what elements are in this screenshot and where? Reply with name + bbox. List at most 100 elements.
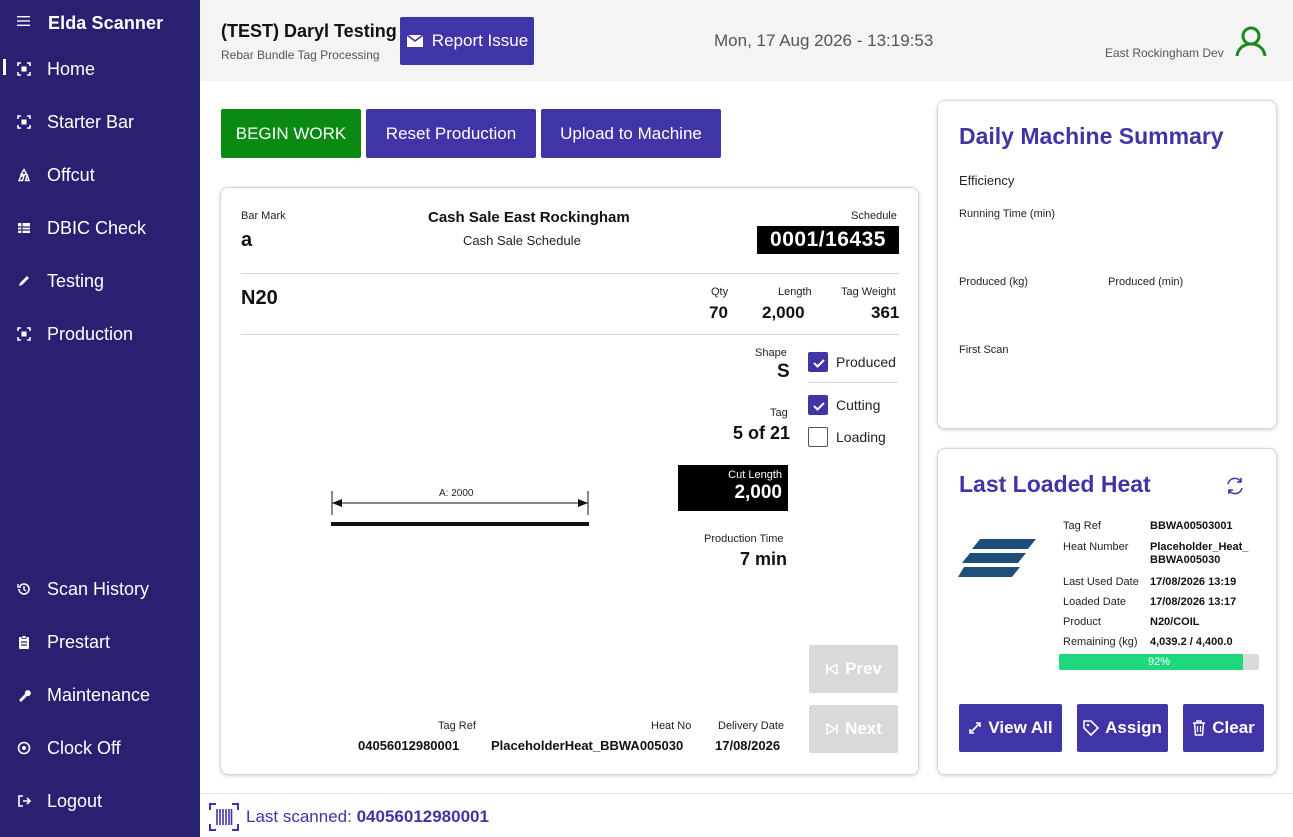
sidebar-item-label: Logout [47, 790, 103, 811]
sidebar-item-label: Maintenance [47, 684, 151, 705]
sidebar-item-offcut[interactable]: Offcut [0, 157, 200, 193]
last-used-date-label: Last Used Date [1063, 576, 1139, 588]
next-button[interactable]: Next [809, 705, 898, 753]
cutting-checkbox[interactable] [808, 395, 828, 415]
product-code: N20 [241, 287, 278, 309]
sidebar-item-production[interactable]: Production [0, 316, 200, 352]
begin-work-button[interactable]: BEGIN WORK [221, 109, 361, 158]
heat-tag-ref-label: Tag Ref [1063, 520, 1101, 532]
user-icon[interactable] [1234, 25, 1268, 57]
production-time-value: 7 min [740, 549, 788, 569]
running-time-label: Running Time (min) [959, 208, 1055, 220]
tag-position: 5 of 21 [733, 423, 791, 443]
sidebar-item-label: Prestart [47, 631, 111, 652]
first-scan-label: First Scan [959, 344, 1009, 356]
loading-checkbox[interactable] [808, 427, 828, 447]
sidebar-item-scan-history[interactable]: Scan History [0, 571, 200, 607]
sidebar-item-label: Testing [47, 270, 105, 291]
summary-title: Daily Machine Summary [959, 123, 1224, 149]
qty-label: Qty [711, 286, 729, 298]
loaded-date-value: 17/08/2026 13:17 [1150, 596, 1237, 608]
sidebar-item-label: Starter Bar [47, 111, 135, 132]
sidebar-item-logout[interactable]: Logout [0, 783, 200, 819]
sidebar-item-label: Offcut [47, 164, 95, 185]
progress-percent: 92% [1147, 656, 1171, 668]
upload-to-machine-button[interactable]: Upload to Machine [541, 109, 721, 158]
cutting-label: Cutting [836, 397, 881, 413]
logout-icon [17, 794, 31, 808]
sidebar-item-prestart[interactable]: Prestart [0, 624, 200, 660]
last-scanned: Last scanned: 04056012980001 [246, 807, 489, 827]
daily-machine-summary-card: Daily Machine Summary Efficiency Running… [937, 100, 1277, 429]
main-content: BEGIN WORK Reset Production Upload to Ma… [200, 81, 1293, 793]
divider [241, 273, 899, 274]
cut-length-box: Cut Length 2,000 [678, 465, 788, 511]
sidebar-item-home[interactable]: Home [0, 51, 200, 87]
cut-length-label: Cut Length [728, 469, 782, 481]
sidebar-item-label: Production [47, 323, 134, 344]
menu-icon[interactable] [17, 14, 30, 32]
divider [808, 382, 898, 383]
wrench-icon [17, 688, 31, 702]
heat-title: Last Loaded Heat [959, 471, 1151, 497]
reset-production-button[interactable]: Reset Production [366, 109, 536, 158]
sidebar-item-label: Scan History [47, 578, 150, 599]
tag-card: Bar Mark a Cash Sale East Rockingham Cas… [220, 187, 919, 775]
bar-mark: a [241, 229, 253, 251]
sidebar-item-maintenance[interactable]: Maintenance [0, 677, 200, 713]
sidebar-item-clock-off[interactable]: Clock Off [0, 730, 200, 766]
site-name: East Rockingham Dev [1105, 46, 1224, 60]
remaining-progress-bar: 92% [1059, 654, 1259, 670]
production-time-label: Production Time [704, 533, 784, 545]
heat-product-label: Product [1063, 616, 1101, 628]
heat-number-label: Heat Number [1063, 541, 1129, 553]
sidebar-item-label: Clock Off [47, 737, 121, 758]
assign-button[interactable]: Assign [1077, 704, 1168, 752]
length-label: Length [778, 286, 812, 298]
scan-icon [17, 115, 31, 129]
skip-previous-icon [826, 662, 838, 676]
page-subtitle: Rebar Bundle Tag Processing [221, 48, 380, 62]
app-title: Elda Scanner [48, 12, 164, 33]
sidebar-header: Elda Scanner [17, 12, 163, 34]
clock-off-icon [17, 741, 31, 755]
tag-ref-label: Tag Ref [438, 720, 476, 732]
view-all-button[interactable]: View All [959, 704, 1062, 752]
clipboard-icon [17, 635, 31, 649]
trash-icon [1193, 720, 1206, 736]
sidebar: Elda Scanner Home Starter Bar Offcut DBI… [0, 0, 200, 837]
pencil-icon [17, 274, 31, 288]
customer-name: Cash Sale East Rockingham [428, 209, 630, 226]
efficiency-label: Efficiency [959, 173, 1015, 188]
produced-checkbox[interactable] [808, 352, 828, 372]
scan-icon [17, 62, 31, 76]
refresh-icon[interactable] [1224, 475, 1246, 497]
heat-product-value: N20/COIL [1150, 616, 1200, 628]
sidebar-item-dbic-check[interactable]: DBIC Check [0, 210, 200, 246]
delivery-date-value: 17/08/2026 [715, 738, 781, 753]
barcode-scan-icon [209, 803, 239, 831]
table-icon [17, 221, 31, 235]
tag-icon [1083, 720, 1100, 736]
tag-label: Tag [770, 407, 788, 419]
sidebar-item-label: DBIC Check [47, 217, 147, 238]
remaining-value: 4,039.2 / 4,400.0 [1150, 636, 1233, 648]
bar-mark-label: Bar Mark [241, 210, 286, 222]
report-issue-button[interactable]: Report Issue [400, 17, 534, 65]
loaded-date-label: Loaded Date [1063, 596, 1126, 608]
recycle-icon [17, 168, 31, 182]
produced-kg-label: Produced (kg) [959, 276, 1029, 288]
mail-icon [406, 34, 424, 47]
loading-label: Loading [836, 429, 886, 445]
sidebar-item-starter-bar[interactable]: Starter Bar [0, 104, 200, 140]
heat-no-value: PlaceholderHeat_BBWA005030 [491, 738, 684, 753]
tag-weight-value: 361 [871, 303, 900, 322]
schedule-label: Schedule [851, 210, 897, 222]
last-loaded-heat-card: Last Loaded Heat Tag Ref BBWA00503001 He… [937, 448, 1277, 775]
sidebar-item-testing[interactable]: Testing [0, 263, 200, 299]
prev-button[interactable]: Prev [809, 645, 898, 693]
shape-value: S [777, 361, 790, 382]
clear-button[interactable]: Clear [1183, 704, 1264, 752]
last-scanned-label: Last scanned: [246, 807, 352, 826]
expand-icon [969, 722, 982, 734]
